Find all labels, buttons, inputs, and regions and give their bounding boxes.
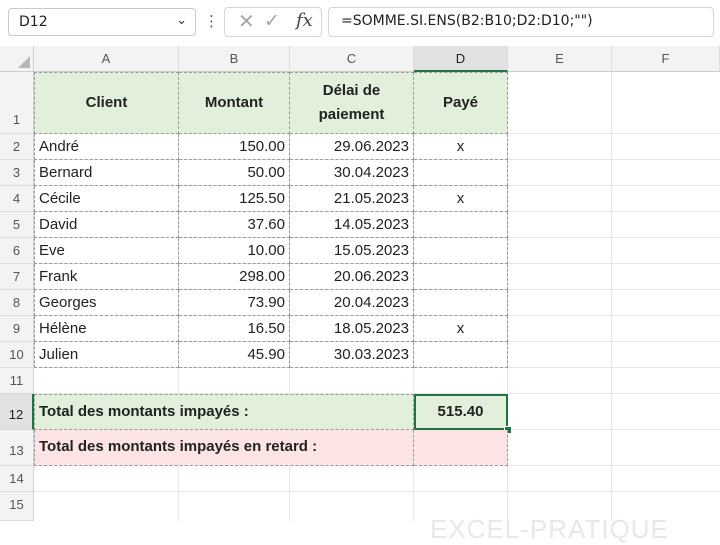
cell-delai[interactable]: 18.05.2023 — [290, 316, 414, 342]
close-icon[interactable]: ✕ — [238, 9, 255, 33]
cell-montant[interactable]: 16.50 — [179, 316, 290, 342]
header-paye[interactable]: Payé — [414, 72, 508, 134]
cell-delai[interactable]: 20.06.2023 — [290, 264, 414, 290]
row-header-1[interactable]: 1 — [0, 72, 34, 134]
column-header-e[interactable]: E — [508, 46, 612, 72]
check-icon[interactable]: ✓ — [264, 9, 280, 33]
row-header-3[interactable]: 3 — [0, 160, 34, 186]
row-header-2[interactable]: 2 — [0, 134, 34, 160]
cell-delai[interactable]: 15.05.2023 — [290, 238, 414, 264]
spreadsheet-grid: A B C D E F 1 2 3 4 5 6 7 8 9 10 11 12 1… — [0, 46, 720, 544]
cell-paye[interactable] — [414, 264, 508, 290]
cell-client[interactable]: Bernard — [34, 160, 179, 186]
cell-paye[interactable] — [414, 212, 508, 238]
cell-delai[interactable]: 20.04.2023 — [290, 290, 414, 316]
row-header-8[interactable]: 8 — [0, 290, 34, 316]
cell-paye[interactable]: x — [414, 316, 508, 342]
cell-paye[interactable] — [414, 160, 508, 186]
cell-paye[interactable] — [414, 290, 508, 316]
cell-client[interactable]: Julien — [34, 342, 179, 368]
column-header-b[interactable]: B — [179, 46, 290, 72]
cell-montant[interactable]: 298.00 — [179, 264, 290, 290]
row-header-4[interactable]: 4 — [0, 186, 34, 212]
formula-text: =SOMME.SI.ENS(B2:B10;D2:D10;"") — [341, 13, 593, 29]
cell-client[interactable]: Eve — [34, 238, 179, 264]
column-header-d[interactable]: D — [414, 46, 508, 72]
total-unpaid-value[interactable]: 515.40 — [414, 394, 508, 430]
cell-paye[interactable] — [414, 238, 508, 264]
watermark: EXCEL-PRATIQUE — [430, 514, 669, 544]
row-header-10[interactable]: 10 — [0, 342, 34, 368]
row-header-14[interactable]: 14 — [0, 466, 34, 492]
cell-delai[interactable]: 30.03.2023 — [290, 342, 414, 368]
row-header-7[interactable]: 7 — [0, 264, 34, 290]
cell-client[interactable]: Cécile — [34, 186, 179, 212]
row-header-11[interactable]: 11 — [0, 368, 34, 394]
gridline — [34, 491, 720, 492]
column-header-a[interactable]: A — [34, 46, 179, 72]
select-all-corner[interactable] — [0, 46, 34, 72]
cell-montant[interactable]: 45.90 — [179, 342, 290, 368]
row-header-15[interactable]: 15 — [0, 492, 34, 521]
cell-montant[interactable]: 37.60 — [179, 212, 290, 238]
chevron-down-icon[interactable]: ⌄ — [176, 13, 187, 28]
select-all-icon — [18, 56, 30, 68]
cell-paye[interactable] — [414, 342, 508, 368]
cell-delai[interactable]: 29.06.2023 — [290, 134, 414, 160]
row-header-6[interactable]: 6 — [0, 238, 34, 264]
cell-montant[interactable]: 150.00 — [179, 134, 290, 160]
cell-montant[interactable]: 10.00 — [179, 238, 290, 264]
total-late-label[interactable]: Total des montants impayés en retard : — [34, 430, 414, 466]
cell-delai[interactable]: 14.05.2023 — [290, 212, 414, 238]
name-box[interactable]: D12 ⌄ — [8, 8, 196, 36]
header-client[interactable]: Client — [34, 72, 179, 134]
row-header-12[interactable]: 12 — [0, 394, 34, 430]
header-delai[interactable]: Délai de paiement — [290, 72, 414, 134]
gridline — [611, 72, 612, 521]
column-header-f[interactable]: F — [612, 46, 720, 72]
cell-paye[interactable]: x — [414, 186, 508, 212]
row-header-9[interactable]: 9 — [0, 316, 34, 342]
cell-delai[interactable]: 21.05.2023 — [290, 186, 414, 212]
cell-montant[interactable]: 125.50 — [179, 186, 290, 212]
column-header-c[interactable]: C — [290, 46, 414, 72]
total-unpaid-label[interactable]: Total des montants impayés : — [34, 394, 414, 430]
cell-client[interactable]: Frank — [34, 264, 179, 290]
formula-input[interactable]: =SOMME.SI.ENS(B2:B10;D2:D10;"") — [328, 7, 714, 37]
formula-bar: D12 ⌄ ⋮ ✕ ✓ fx =SOMME.SI.ENS(B2:B10;D2:D… — [0, 0, 720, 44]
cell-client[interactable]: David — [34, 212, 179, 238]
cell-montant[interactable]: 73.90 — [179, 290, 290, 316]
header-montant[interactable]: Montant — [179, 72, 290, 134]
cell-client[interactable]: André — [34, 134, 179, 160]
insert-function-icon[interactable]: fx — [296, 9, 313, 33]
row-header-5[interactable]: 5 — [0, 212, 34, 238]
cell-client[interactable]: Hélène — [34, 316, 179, 342]
row-header-13[interactable]: 13 — [0, 430, 34, 466]
cell-client[interactable]: Georges — [34, 290, 179, 316]
cell-delai[interactable]: 30.04.2023 — [290, 160, 414, 186]
cell-paye[interactable]: x — [414, 134, 508, 160]
cell-montant[interactable]: 50.00 — [179, 160, 290, 186]
total-late-value[interactable] — [414, 430, 508, 466]
more-options-icon[interactable]: ⋮ — [204, 10, 219, 32]
name-box-value: D12 — [19, 14, 48, 30]
